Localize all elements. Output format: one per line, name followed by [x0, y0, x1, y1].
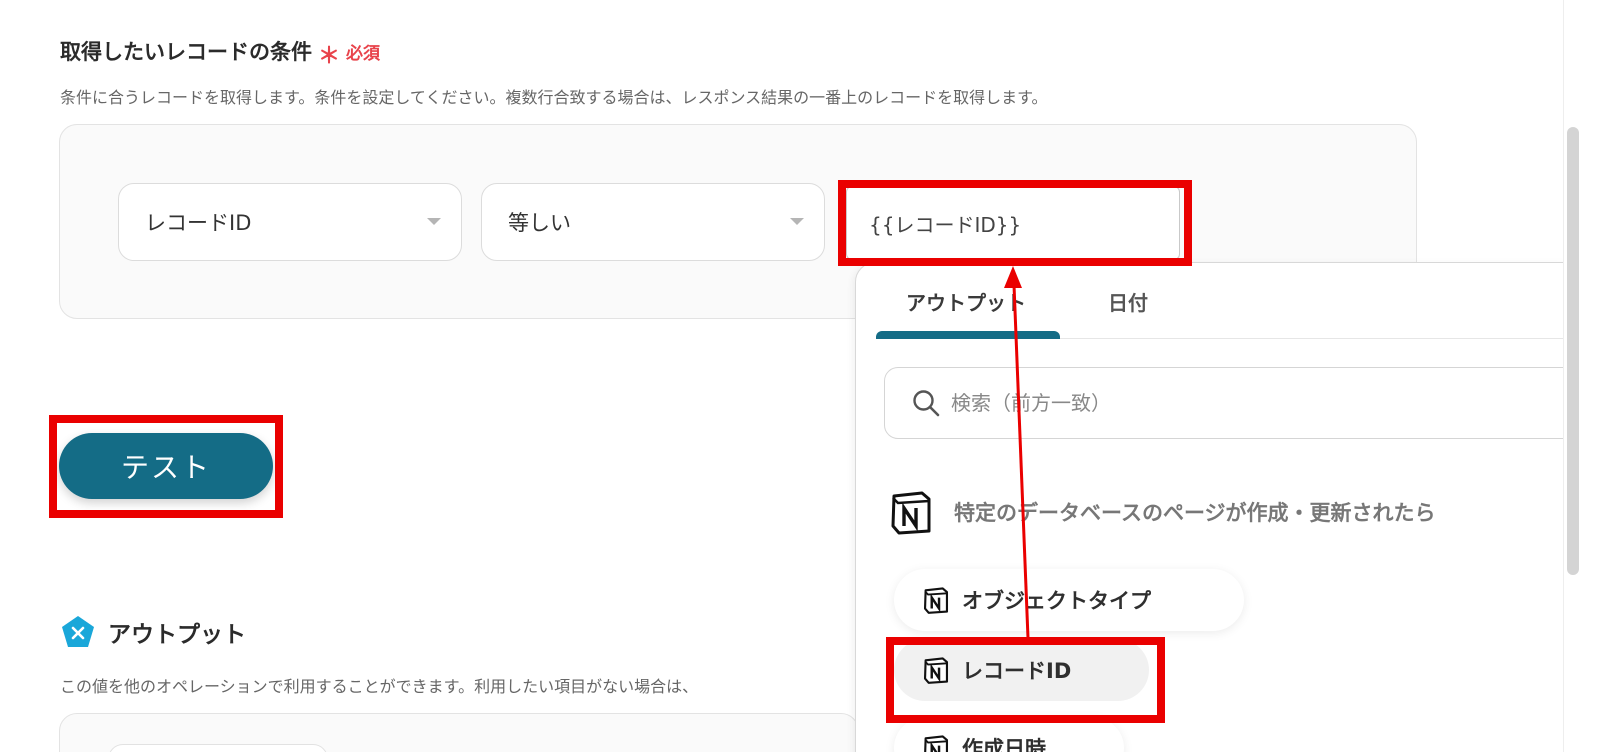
pentagon-x-icon: [62, 616, 94, 647]
picker-item-label: オブジェクトタイプ: [962, 589, 1151, 613]
output-description: この値を他のオペレーションで利用することができます。利用したい項目がない場合は、: [60, 677, 699, 696]
condition-title: 取得したいレコードの条件 ＊ 必須: [60, 34, 381, 69]
output-title: アウトプット: [108, 622, 246, 648]
highlight-box-value-input: [838, 180, 1192, 266]
chevron-down-icon: [790, 218, 804, 225]
notion-icon: [923, 587, 949, 614]
required-asterisk: ＊: [318, 44, 341, 69]
output-item[interactable]: [108, 744, 328, 752]
active-tab-indicator: [876, 331, 1060, 339]
field-select[interactable]: レコードID: [118, 183, 462, 261]
highlight-box-test-button: [49, 415, 283, 518]
tab-date[interactable]: 日付: [1108, 287, 1148, 316]
operator-select-value: 等しい: [508, 211, 571, 235]
trigger-group: 特定のデータベースのページが作成・更新されたら: [888, 489, 1436, 535]
condition-description: 条件に合うレコードを取得します。条件を設定してください。複数行合致する場合は、レ…: [60, 88, 1048, 107]
required-label: 必須: [346, 44, 381, 64]
notion-icon: [891, 491, 931, 535]
scrollbar-thumb[interactable]: [1567, 127, 1579, 575]
chevron-down-icon: [427, 218, 441, 225]
picker-search[interactable]: [884, 367, 1566, 439]
search-icon: [913, 390, 940, 417]
tab-output[interactable]: アウトプット: [906, 287, 1026, 316]
picker-tabs: アウトプット 日付: [876, 263, 1566, 339]
trigger-label: 特定のデータベースのページが作成・更新されたら: [954, 501, 1436, 525]
picker-item-object-type[interactable]: オブジェクトタイプ: [894, 569, 1244, 631]
condition-title-text: 取得したいレコードの条件: [60, 40, 312, 64]
picker-item-label: 作成日時: [962, 737, 1046, 752]
field-select-value: レコードID: [145, 211, 252, 235]
search-input[interactable]: [951, 391, 1451, 415]
output-header: アウトプット: [60, 614, 246, 650]
operator-select[interactable]: 等しい: [481, 183, 825, 261]
highlight-box-record-id: [886, 637, 1165, 723]
notion-icon: [924, 735, 949, 752]
